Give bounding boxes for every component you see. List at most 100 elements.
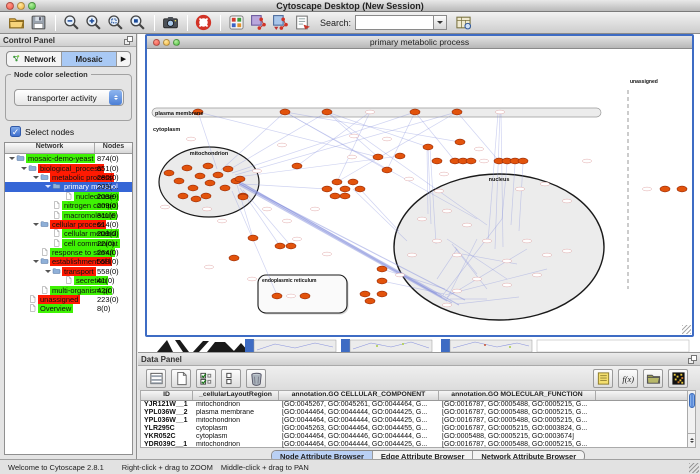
network-node[interactable] <box>677 186 687 192</box>
network-node[interactable] <box>466 158 476 164</box>
advanced-search-icon[interactable] <box>453 13 473 32</box>
network-canvas[interactable]: plasma membranecytoplasmmitochondrionnuc… <box>147 49 692 334</box>
network-node[interactable] <box>292 163 302 169</box>
network-node[interactable] <box>205 180 215 186</box>
network-edge[interactable] <box>227 112 327 171</box>
tree-col-nodes[interactable]: Nodes <box>95 143 132 153</box>
network-node[interactable] <box>178 193 188 199</box>
network-node[interactable] <box>322 109 332 115</box>
network-node[interactable] <box>300 293 310 299</box>
table-row[interactable]: YPL036W__1mitochondrion[GO:0044464, GO:0… <box>141 417 688 425</box>
scrollbar-thumb[interactable] <box>689 393 695 408</box>
network-node[interactable] <box>248 235 258 241</box>
table-row[interactable]: YPL036W__2plasma membrane[GO:0044464, GO… <box>141 409 688 417</box>
network-node[interactable] <box>373 154 383 160</box>
delete-attribute-icon[interactable] <box>246 369 266 388</box>
network-node[interactable] <box>340 186 350 192</box>
network-edge[interactable] <box>235 112 457 175</box>
table-row[interactable]: YDR039C__1mitochondrion[GO:0044464, GO:0… <box>141 441 688 449</box>
tree-row[interactable]: Overview8(0) <box>5 304 132 313</box>
network-edge[interactable] <box>457 112 499 161</box>
network-node[interactable] <box>348 179 358 185</box>
network-edge[interactable] <box>232 112 415 173</box>
network-node[interactable] <box>220 185 230 191</box>
import-attributes-icon[interactable] <box>643 369 663 388</box>
network-node[interactable] <box>423 144 433 150</box>
network-node[interactable] <box>272 293 282 299</box>
network-view-window[interactable]: primary metabolic process plasma membran… <box>145 34 694 337</box>
network-node[interactable] <box>191 196 201 202</box>
function-builder-icon[interactable]: f(x) <box>618 369 638 388</box>
network-node[interactable] <box>377 266 387 272</box>
column-header[interactable]: annotation.GO MOLECULAR_FUNCTION <box>439 391 596 400</box>
network-node[interactable] <box>382 167 392 173</box>
table-row[interactable]: YJR121W__1mitochondrion[GO:0045267, GO:0… <box>141 401 688 409</box>
help-ring-icon[interactable] <box>193 13 213 32</box>
expander-icon[interactable] <box>20 164 28 173</box>
network-node[interactable] <box>164 170 174 176</box>
expander-icon[interactable] <box>44 182 52 191</box>
zoom-out-icon[interactable] <box>61 13 81 32</box>
network-node[interactable] <box>174 178 184 184</box>
network-node[interactable] <box>238 194 248 200</box>
column-header[interactable]: ID <box>141 391 193 400</box>
network-edge[interactable] <box>360 189 399 231</box>
minimize-icon[interactable] <box>163 39 170 46</box>
select-attributes-icon[interactable] <box>196 369 216 388</box>
network-node[interactable] <box>360 291 370 297</box>
expander-icon[interactable] <box>32 220 40 229</box>
tree-col-network[interactable]: Network <box>5 143 95 153</box>
table-row[interactable]: YLR295Ccytoplasm[GO:0045263, GO:0044464,… <box>141 425 688 433</box>
zoom-button[interactable] <box>28 2 36 10</box>
network-node[interactable] <box>377 278 387 284</box>
close-icon[interactable] <box>153 39 160 46</box>
node-color-dropdown[interactable]: transporter activity <box>14 89 124 106</box>
maximize-icon[interactable] <box>173 39 180 46</box>
network-edge[interactable] <box>353 189 407 241</box>
tab-network[interactable]: Network <box>7 52 62 66</box>
network-node[interactable] <box>518 158 528 164</box>
expander-icon[interactable] <box>32 257 40 266</box>
network-node[interactable] <box>377 291 387 297</box>
tree-row[interactable]: metabolic process280(0) <box>5 173 132 182</box>
search-input[interactable] <box>355 15 433 30</box>
network-node[interactable] <box>340 193 350 199</box>
network-node[interactable] <box>332 179 342 185</box>
tree-row[interactable]: cellular metabol209(0) <box>5 229 132 238</box>
network-node[interactable] <box>275 243 285 249</box>
expander-icon[interactable] <box>8 154 16 163</box>
network-node[interactable] <box>395 153 405 159</box>
network-node[interactable] <box>455 139 465 145</box>
network-node[interactable] <box>213 172 223 178</box>
network-edge[interactable] <box>415 112 455 161</box>
network-node[interactable] <box>223 166 233 172</box>
network-node[interactable] <box>432 158 442 164</box>
network-node[interactable] <box>322 186 332 192</box>
expander-icon[interactable] <box>32 173 40 182</box>
expander-icon[interactable] <box>44 267 52 276</box>
column-header[interactable]: annotation.GO CELLULAR_COMPONENT <box>279 391 439 400</box>
tab-overflow-arrow[interactable]: ▶ <box>117 52 130 66</box>
show-columns-icon[interactable] <box>146 369 166 388</box>
save-session-icon[interactable] <box>28 13 48 32</box>
attribute-editor-icon[interactable] <box>593 369 613 388</box>
network-node[interactable] <box>660 186 670 192</box>
matrix-view-icon[interactable] <box>668 369 688 388</box>
close-button[interactable] <box>6 2 14 10</box>
tree-row[interactable]: establishment of l558(0) <box>5 257 132 266</box>
network-node[interactable] <box>330 193 340 199</box>
tree-row[interactable]: transport558(0) <box>5 267 132 276</box>
minimize-button[interactable] <box>17 2 25 10</box>
tree-row[interactable]: cellular process614(0) <box>5 220 132 229</box>
network-edge[interactable] <box>221 112 285 170</box>
unselect-attributes-icon[interactable] <box>221 369 241 388</box>
network-node[interactable] <box>365 298 375 304</box>
zoom-fit-icon[interactable] <box>127 13 147 32</box>
tree-row[interactable]: nitrogen compo209(0) <box>5 201 132 210</box>
float-panel-icon[interactable] <box>688 355 697 364</box>
tab-mosaic[interactable]: Mosaic <box>62 52 117 66</box>
table-row[interactable]: YKR052Ccytoplasm[GO:0044464, GO:0044446,… <box>141 433 688 441</box>
network-node[interactable] <box>229 255 239 261</box>
table-scrollbar[interactable] <box>687 390 696 448</box>
zoom-selected-region-icon[interactable] <box>105 13 125 32</box>
